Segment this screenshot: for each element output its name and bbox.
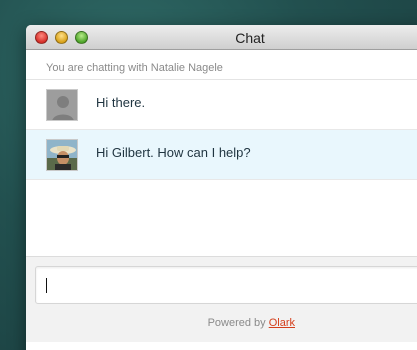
message-list-empty-space: [26, 180, 417, 256]
composer-area: Powered by Olark: [26, 256, 417, 342]
default-user-avatar-icon: [46, 89, 78, 121]
message-row-operator: Hi Gilbert. How can I help?: [26, 130, 417, 180]
chat-window: Chat You are chatting with Natalie Nagel…: [26, 25, 417, 350]
powered-by-footer: Powered by Olark: [26, 317, 417, 329]
operator-photo-avatar-icon: [46, 139, 78, 171]
title-bar: Chat: [26, 25, 417, 50]
message-text: Hi Gilbert. How can I help?: [96, 145, 251, 160]
window-title: Chat: [235, 30, 265, 46]
text-caret: [46, 278, 47, 293]
powered-by-label: Powered by: [207, 317, 266, 329]
olark-link[interactable]: Olark: [269, 317, 295, 329]
message-input[interactable]: [35, 266, 417, 304]
message-text: Hi there.: [96, 95, 146, 110]
message-row-visitor: Hi there.: [26, 80, 417, 130]
chatting-with-text: You are chatting with Natalie Nagele: [26, 50, 417, 80]
